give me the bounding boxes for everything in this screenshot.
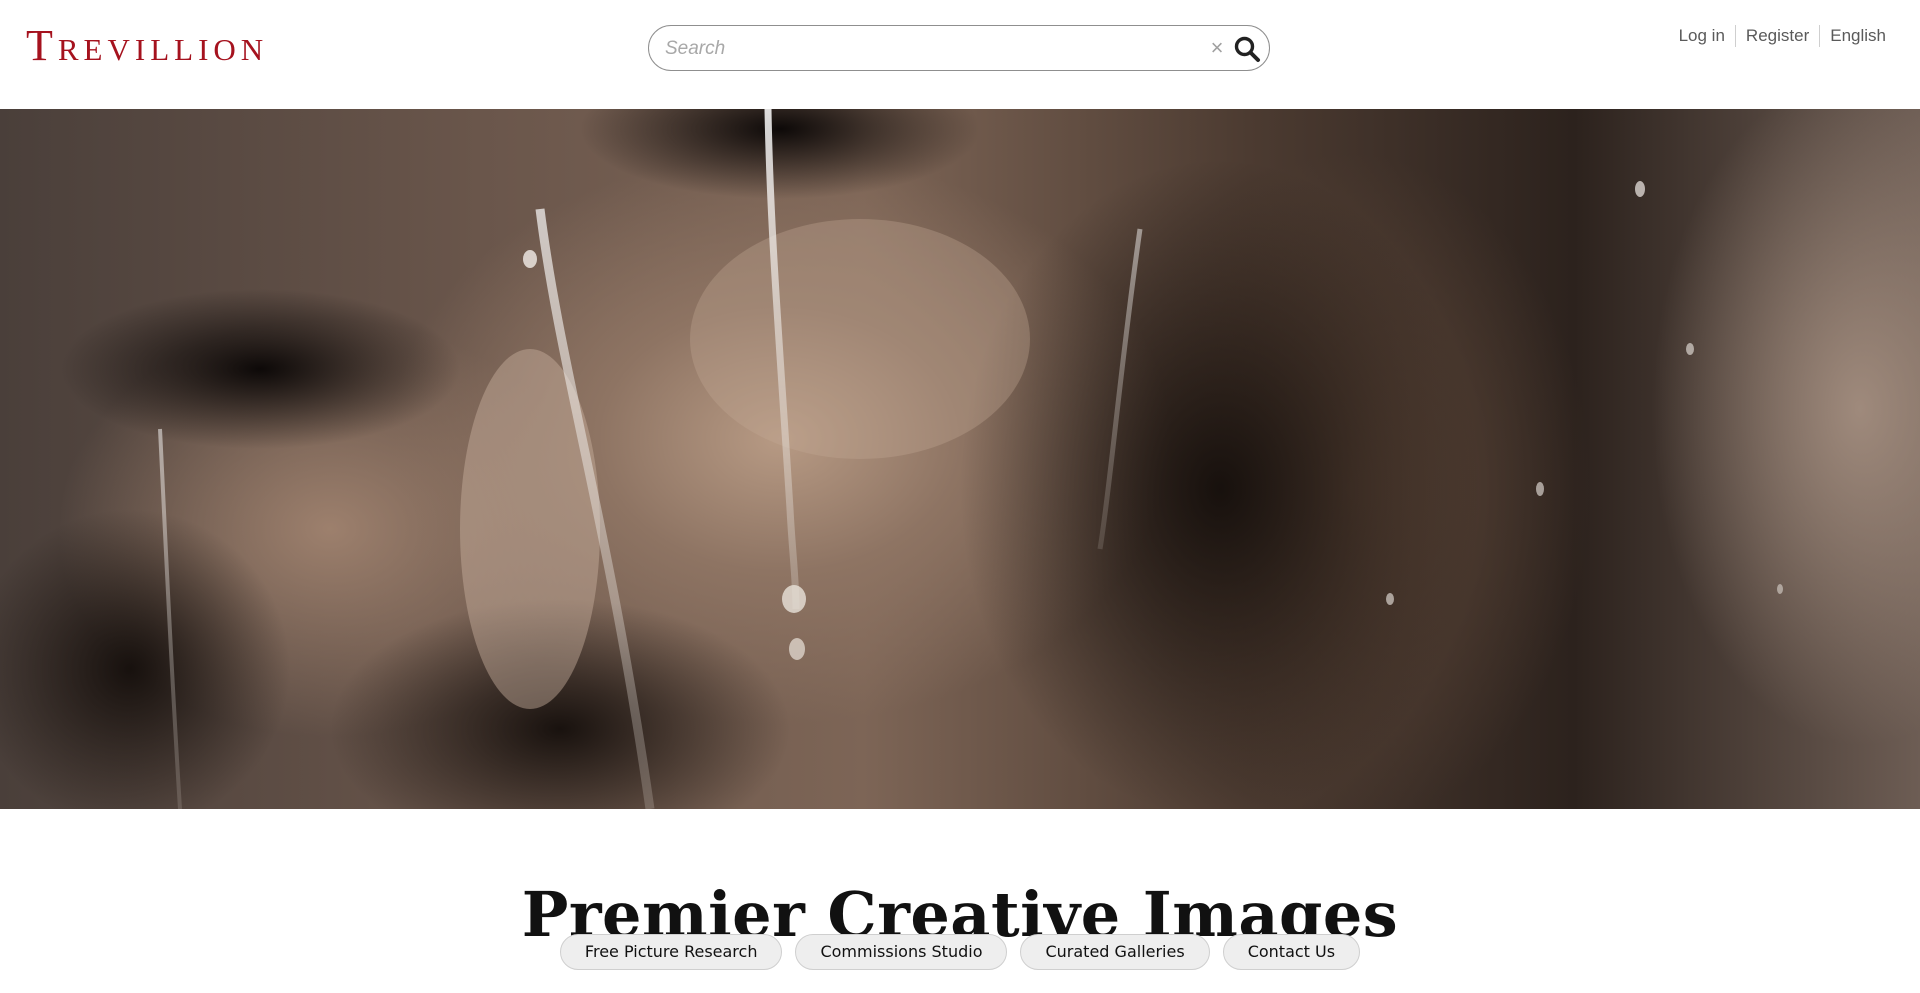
water-drop [1386, 593, 1394, 605]
commissions-studio-button[interactable]: Commissions Studio [795, 934, 1008, 970]
curated-galleries-button[interactable]: Curated Galleries [1020, 934, 1210, 970]
trevillion-logo[interactable]: Trevillion [26, 18, 268, 74]
cheek-shadow [960, 159, 1480, 809]
search-input[interactable] [663, 26, 1187, 72]
account-nav: Log in Register English [1669, 24, 1886, 48]
water-drop [1536, 482, 1544, 496]
water-drop [1635, 181, 1645, 197]
register-link[interactable]: Register [1736, 24, 1819, 48]
quick-links: Free Picture Research Commissions Studio… [0, 934, 1920, 970]
cheek-highlight [690, 219, 1030, 459]
search-icon[interactable] [1233, 35, 1261, 63]
search-bar: × [648, 25, 1270, 72]
language-selector[interactable]: English [1820, 24, 1886, 48]
water-drop [789, 638, 805, 660]
site-header: Trevillion × Log in Register English [0, 0, 1920, 109]
water-drop [782, 585, 806, 613]
left-eye-shadow [60, 289, 460, 449]
water-drop [1686, 343, 1694, 355]
hero-image [0, 109, 1920, 809]
contact-us-button[interactable]: Contact Us [1222, 934, 1361, 970]
corner-shadow [0, 509, 290, 809]
login-link[interactable]: Log in [1669, 24, 1735, 48]
water-drop [1777, 584, 1783, 594]
water-drop [523, 250, 537, 268]
right-eye-shadow [580, 109, 980, 199]
hero-photo [0, 109, 1783, 809]
free-picture-research-button[interactable]: Free Picture Research [559, 934, 783, 970]
clear-search-icon[interactable]: × [1205, 36, 1229, 60]
